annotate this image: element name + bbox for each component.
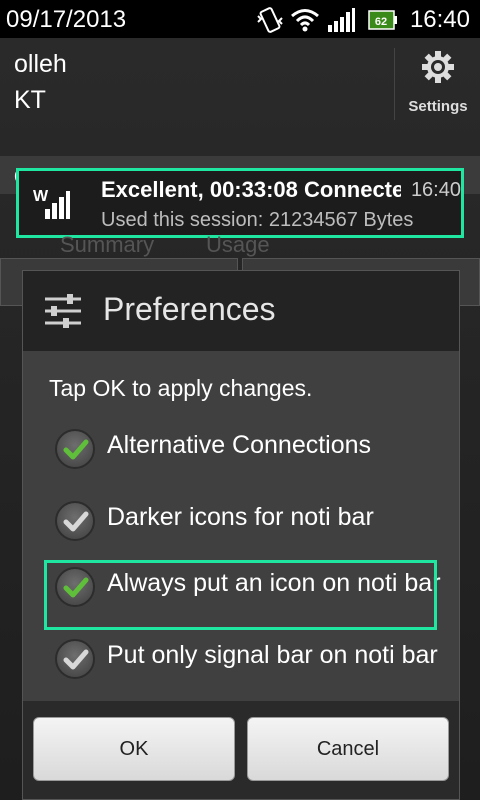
carrier-line1: olleh [14, 50, 67, 78]
notification-time: 16:40 [410, 179, 461, 201]
notification-title: Excellent, 00:33:08 Connected [101, 177, 401, 202]
status-date: 09/17/2013 [6, 6, 127, 33]
signal-icon [326, 7, 356, 38]
settings-label: Settings [408, 98, 468, 115]
ongoing-notification[interactable]: W Excellent, 00:33:08 Connected 16:40 Us… [16, 168, 464, 238]
dialog-header: Preferences [23, 271, 459, 351]
vibrate-icon [256, 7, 284, 38]
highlight-frame [44, 560, 437, 630]
carrier-line2: KT [14, 86, 46, 114]
option-label: Put only signal bar on noti bar [107, 641, 438, 669]
option-label: Darker icons for noti bar [107, 503, 374, 531]
sliders-icon [43, 293, 83, 334]
carrier-name: olleh KT [14, 46, 67, 118]
wifi-icon [290, 7, 320, 38]
preferences-dialog: Preferences Tap OK to apply changes. Alt… [22, 270, 460, 800]
checkbox-unchecked[interactable] [55, 501, 95, 541]
checkbox-unchecked[interactable] [55, 639, 95, 679]
bg-tab-summary: Summary [60, 232, 155, 257]
notification-subtitle: Used this session: 21234567 Bytes [101, 209, 414, 231]
option-label: Alternative Connections [107, 431, 372, 459]
bg-tab-usage: Usage [206, 232, 270, 257]
svg-text:W: W [33, 188, 49, 205]
dialog-title: Preferences [103, 291, 276, 327]
ok-button[interactable]: OK [33, 717, 235, 781]
gear-icon [421, 50, 455, 89]
dialog-message: Tap OK to apply changes. [49, 375, 313, 401]
battery-icon: 62 [368, 10, 398, 35]
settings-button[interactable]: Settings [394, 48, 480, 120]
checkbox-checked[interactable] [55, 429, 95, 469]
status-bar: 09/17/2013 62 16:40 [0, 0, 480, 38]
svg-text:62: 62 [375, 16, 387, 28]
cancel-button[interactable]: Cancel [247, 717, 449, 781]
dialog-body: Tap OK to apply changes. Alternative Con… [23, 351, 459, 701]
status-time: 16:40 [409, 6, 470, 33]
dialog-footer: OK Cancel [23, 701, 459, 799]
signal-app-icon: W [31, 183, 71, 223]
